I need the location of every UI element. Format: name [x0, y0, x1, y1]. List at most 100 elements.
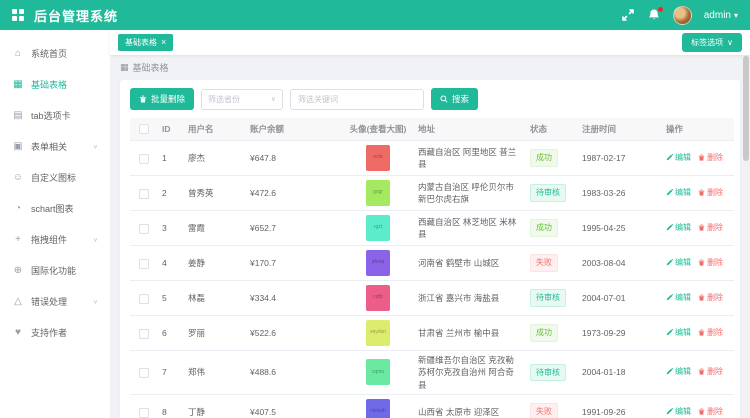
delete-button[interactable]: 删除 — [698, 292, 723, 304]
batch-delete-button[interactable]: 批量删除 — [130, 88, 194, 110]
select-all-checkbox[interactable] — [139, 124, 149, 134]
notification-badge — [658, 7, 663, 12]
drag-icon: + — [12, 234, 24, 245]
sidebar: ⌂ 系统首页 ∨ ▦ 基础表格 ∨ ▤ tab选项卡 ∨ ▣ 表单相关 ∨ ☺ … — [0, 30, 110, 418]
tab-label: 基础表格 — [125, 37, 157, 48]
user-avatar-thumbnail[interactable]: afeep — [366, 250, 390, 276]
row-checkbox[interactable] — [139, 329, 149, 339]
tab-basic-table[interactable]: 基础表格 × — [118, 34, 173, 51]
scrollbar-thumb[interactable] — [743, 56, 749, 161]
status-badge: 成功 — [530, 149, 558, 167]
form-icon: ▣ — [12, 141, 24, 152]
search-button[interactable]: 搜索 — [431, 88, 478, 110]
cell-address: 甘肃省 兰州市 榆中县 — [414, 316, 526, 351]
row-checkbox[interactable] — [139, 408, 149, 418]
sidebar-item-label: 自定义图标 — [31, 171, 93, 184]
user-menu[interactable]: admin ▾ — [704, 10, 738, 21]
delete-button[interactable]: 删除 — [698, 152, 723, 164]
sidebar-item-国际化功能[interactable]: ⊕ 国际化功能 ∨ — [0, 255, 110, 286]
scrollbar-track[interactable] — [743, 30, 749, 418]
edit-button[interactable]: 编辑 — [666, 366, 691, 378]
user-avatar-thumbnail[interactable]: cqfb — [366, 285, 390, 311]
cell-balance: ¥472.6 — [246, 176, 342, 211]
fullscreen-icon[interactable] — [621, 8, 635, 22]
cell-id: 5 — [158, 281, 184, 316]
edit-pencil-icon — [666, 224, 673, 231]
edit-pencil-icon — [666, 408, 673, 415]
keyword-input[interactable] — [290, 89, 424, 110]
status-badge: 待审核 — [530, 289, 566, 307]
edit-pencil-icon — [666, 329, 673, 336]
cell-id: 6 — [158, 316, 184, 351]
sidebar-item-支持作者[interactable]: ♥ 支持作者 ∨ — [0, 317, 110, 348]
sidebar-item-schart图表[interactable]: ◔ schart图表 ∨ — [0, 193, 110, 224]
edit-button[interactable]: 编辑 — [666, 406, 691, 418]
breadcrumb: ▦ 基础表格 — [120, 61, 740, 74]
delete-button[interactable]: 删除 — [698, 222, 723, 234]
cell-register-date: 1991-09-26 — [578, 394, 662, 418]
user-avatar[interactable] — [673, 6, 692, 25]
toolbar: 批量删除 筛选省份 ∨ 搜索 — [130, 88, 730, 110]
edit-button[interactable]: 编辑 — [666, 187, 691, 199]
delete-button[interactable]: 删除 — [698, 257, 723, 269]
row-checkbox[interactable] — [139, 259, 149, 269]
sidebar-item-系统首页[interactable]: ⌂ 系统首页 ∨ — [0, 38, 110, 69]
edit-button[interactable]: 编辑 — [666, 257, 691, 269]
row-checkbox[interactable] — [139, 294, 149, 304]
cell-username: 林磊 — [184, 281, 246, 316]
batch-delete-label: 批量删除 — [151, 93, 185, 105]
cell-balance: ¥170.7 — [246, 246, 342, 281]
province-select[interactable]: 筛选省份 ∨ — [201, 89, 283, 110]
trash-icon — [698, 294, 705, 301]
row-checkbox[interactable] — [139, 154, 149, 164]
column-header: ID — [158, 118, 184, 141]
bell-icon[interactable] — [647, 8, 661, 22]
province-select-placeholder: 筛选省份 — [208, 94, 240, 105]
delete-button[interactable]: 删除 — [698, 187, 723, 199]
sidebar-item-label: 支持作者 — [31, 326, 93, 339]
sidebar-item-表单相关[interactable]: ▣ 表单相关 ∨ — [0, 131, 110, 162]
trash-icon — [698, 189, 705, 196]
user-name-label: admin — [704, 10, 731, 21]
delete-button[interactable]: 删除 — [698, 327, 723, 339]
table-row: 8 丁静 ¥407.5 ctsieeh 山西省 太原市 迎泽区 失败 1991-… — [130, 394, 734, 418]
search-button-label: 搜索 — [452, 93, 469, 105]
sidebar-item-拖拽组件[interactable]: + 拖拽组件 ∨ — [0, 224, 110, 255]
table-row: 7 郑伟 ¥488.6 cqmu 新疆维吾尔自治区 克孜勒苏柯尔克孜自治州 阿合… — [130, 351, 734, 395]
cell-id: 2 — [158, 176, 184, 211]
row-checkbox[interactable] — [139, 224, 149, 234]
user-avatar-thumbnail[interactable]: ctsieeh — [366, 399, 390, 418]
chevron-down-icon: ∨ — [93, 236, 98, 242]
status-badge: 待审核 — [530, 184, 566, 202]
delete-button[interactable]: 删除 — [698, 366, 723, 378]
sidebar-item-label: schart图表 — [31, 202, 93, 215]
edit-button[interactable]: 编辑 — [666, 292, 691, 304]
sidebar-item-错误处理[interactable]: △ 错误处理 ∨ — [0, 286, 110, 317]
user-avatar-thumbnail[interactable]: xeydsn — [366, 320, 390, 346]
sidebar-item-基础表格[interactable]: ▦ 基础表格 ∨ — [0, 69, 110, 100]
chevron-down-icon: ∨ — [271, 95, 276, 103]
user-avatar-thumbnail[interactable]: rgzt — [366, 215, 390, 241]
sidebar-item-label: 国际化功能 — [31, 264, 93, 277]
delete-button[interactable]: 删除 — [698, 406, 723, 418]
sidebar-item-tab选项卡[interactable]: ▤ tab选项卡 ∨ — [0, 100, 110, 131]
row-checkbox[interactable] — [139, 368, 149, 378]
app-title: 后台管理系统 — [34, 6, 118, 25]
row-checkbox[interactable] — [139, 189, 149, 199]
chart-icon: ◔ — [12, 203, 24, 214]
user-avatar-thumbnail[interactable]: ectx — [366, 145, 390, 171]
edit-button[interactable]: 编辑 — [666, 152, 691, 164]
close-icon[interactable]: × — [161, 38, 166, 47]
user-avatar-thumbnail[interactable]: cqmu — [366, 359, 390, 385]
status-badge: 失败 — [530, 254, 558, 272]
table-row: 4 姜静 ¥170.7 afeep 河南省 鹤壁市 山城区 失败 2003-08… — [130, 246, 734, 281]
tag-options-label: 标签选项 — [691, 37, 723, 48]
sidebar-item-自定义图标[interactable]: ☺ 自定义图标 ∨ — [0, 162, 110, 193]
cell-address: 新疆维吾尔自治区 克孜勒苏柯尔克孜自治州 阿合奇县 — [414, 351, 526, 395]
edit-button[interactable]: 编辑 — [666, 222, 691, 234]
tag-options-button[interactable]: 标签选项 ∨ — [682, 33, 742, 52]
edit-button[interactable]: 编辑 — [666, 327, 691, 339]
status-badge: 失败 — [530, 403, 558, 418]
user-avatar-thumbnail[interactable]: gxgr — [366, 180, 390, 206]
home-icon: ⌂ — [12, 48, 24, 59]
